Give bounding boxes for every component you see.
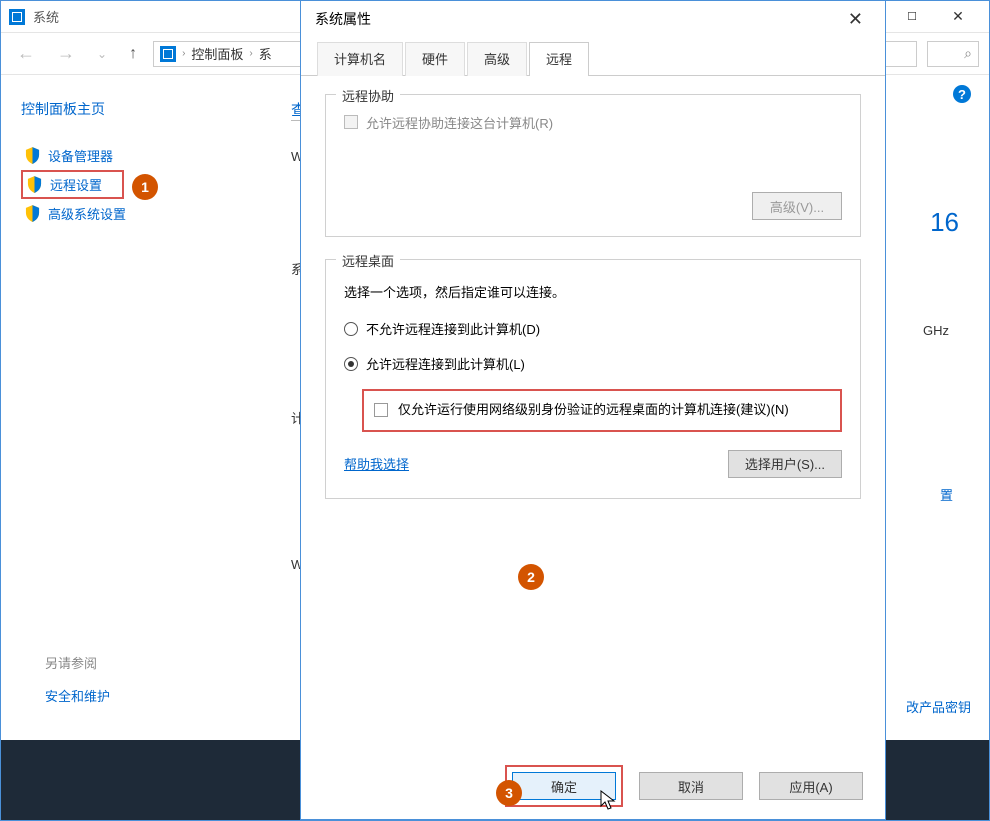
remote-assistance-group: 远程协助 允许远程协助连接这台计算机(R) 高级(V)... [325, 94, 861, 237]
tab-advanced[interactable]: 高级 [467, 42, 527, 76]
help-icon[interactable]: ? [953, 85, 971, 103]
breadcrumb-item[interactable]: 控制面板 [191, 44, 243, 63]
advanced-button[interactable]: 高级(V)... [752, 192, 842, 220]
apply-button[interactable]: 应用(A) [759, 772, 863, 800]
dialog-titlebar: 系统属性 ✕ [301, 1, 885, 37]
cancel-button[interactable]: 取消 [639, 772, 743, 800]
breadcrumb-sep: › [182, 48, 185, 59]
sidebar-item-label: 远程设置 [50, 175, 102, 194]
breadcrumb-item[interactable]: 系 [259, 44, 272, 63]
checkbox-label: 仅允许运行使用网络级别身份验证的远程桌面的计算机连接(建议)(N) [398, 401, 789, 420]
sidebar-item-device-mgr[interactable]: 设备管理器 [21, 141, 241, 170]
group-legend: 远程桌面 [336, 251, 400, 270]
system-icon [9, 9, 25, 25]
rd-caption: 选择一个选项，然后指定谁可以连接。 [344, 282, 842, 301]
right-text-fragment: 16 [930, 207, 959, 238]
dialog-close-button[interactable]: ✕ [840, 5, 871, 34]
checkbox-icon [374, 403, 388, 417]
right-text-fragment: GHz [923, 323, 949, 338]
tab-computer-name[interactable]: 计算机名 [317, 42, 403, 76]
nav-back-icon[interactable]: ← [11, 43, 41, 64]
sidebar-item-advanced[interactable]: 高级系统设置 [21, 199, 241, 228]
close-button[interactable]: ✕ [935, 1, 981, 33]
shield-icon [27, 176, 42, 193]
sidebar-item-remote-settings[interactable]: 远程设置 [21, 170, 124, 199]
radio-icon [344, 322, 358, 336]
help-me-choose-link[interactable]: 帮助我选择 [344, 454, 409, 473]
shield-icon [25, 147, 40, 164]
sidebar: 控制面板主页 设备管理器 远程设置 高级系统设置 [1, 75, 261, 740]
shield-icon [25, 205, 40, 222]
breadcrumb-sep: › [249, 48, 252, 59]
radio-allow-remote[interactable]: 允许远程连接到此计算机(L) [344, 354, 842, 373]
annotation-marker-3: 3 [496, 780, 522, 806]
see-also-link[interactable]: 安全和维护 [45, 686, 110, 705]
search-box[interactable]: ⌕ [927, 41, 979, 67]
window-title: 系统 [33, 7, 59, 26]
ok-highlight-box: 确定 [505, 765, 623, 807]
dialog-tabs: 计算机名 硬件 高级 远程 [301, 41, 885, 76]
radio-deny-remote[interactable]: 不允许远程连接到此计算机(D) [344, 319, 842, 338]
annotation-marker-1: 1 [132, 174, 158, 200]
tab-hardware[interactable]: 硬件 [405, 42, 465, 76]
dialog-content: 远程协助 允许远程协助连接这台计算机(R) 高级(V)... 远程桌面 选择一个… [301, 76, 885, 759]
select-users-button[interactable]: 选择用户(S)... [728, 450, 842, 478]
nav-history-icon[interactable]: ⌄ [91, 47, 113, 61]
see-also-label: 另请参阅 [45, 653, 110, 672]
radio-label: 允许远程连接到此计算机(L) [366, 354, 525, 373]
sidebar-item-label: 设备管理器 [48, 146, 113, 165]
nav-up-icon[interactable]: ↑ [123, 45, 143, 63]
allow-assist-checkbox-row[interactable]: 允许远程协助连接这台计算机(R) [344, 113, 842, 132]
dialog-title: 系统属性 [315, 9, 371, 29]
checkbox-icon [344, 115, 358, 129]
see-also: 另请参阅 安全和维护 [45, 653, 110, 705]
sidebar-item-label: 高级系统设置 [48, 204, 126, 223]
checkbox-label: 允许远程协助连接这台计算机(R) [366, 113, 553, 132]
annotation-marker-2: 2 [518, 564, 544, 590]
maximize-button[interactable]: ☐ [889, 1, 935, 33]
dialog-footer: 确定 取消 应用(A) [301, 759, 885, 819]
system-properties-dialog: 系统属性 ✕ 计算机名 硬件 高级 远程 远程协助 允许远程协助连接这台计算机(… [300, 0, 886, 820]
nav-forward-icon[interactable]: → [51, 43, 81, 64]
ok-button[interactable]: 确定 [512, 772, 616, 800]
search-icon: ⌕ [964, 45, 972, 62]
right-text-fragment[interactable]: 改产品密钥 [906, 697, 971, 716]
right-text-fragment: 置 [940, 485, 953, 504]
radio-label: 不允许远程连接到此计算机(D) [366, 319, 540, 338]
sidebar-heading: 控制面板主页 [21, 99, 241, 119]
group-legend: 远程协助 [336, 86, 400, 105]
nla-checkbox-row[interactable]: 仅允许运行使用网络级别身份验证的远程桌面的计算机连接(建议)(N) [362, 389, 842, 432]
address-icon [160, 46, 176, 62]
tab-remote[interactable]: 远程 [529, 42, 589, 76]
radio-icon [344, 357, 358, 371]
remote-desktop-group: 远程桌面 选择一个选项，然后指定谁可以连接。 不允许远程连接到此计算机(D) 允… [325, 259, 861, 499]
